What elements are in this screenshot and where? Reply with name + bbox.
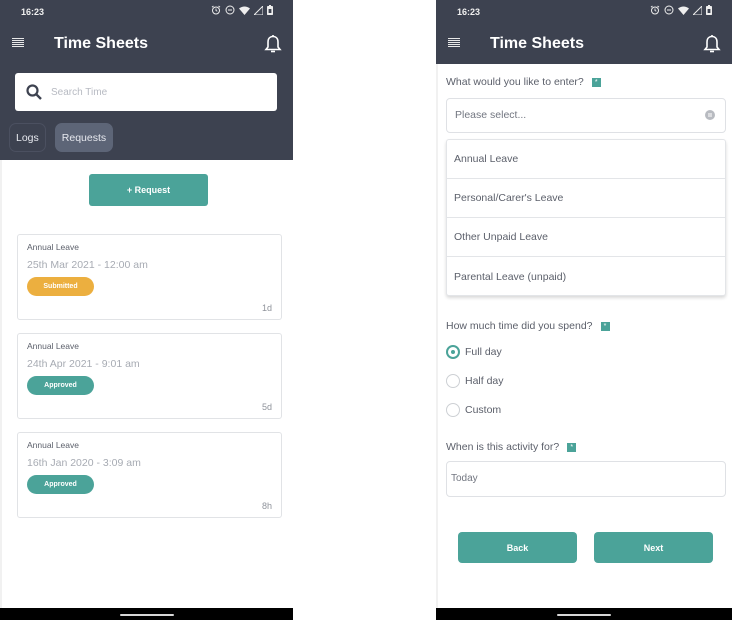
system-nav-bar	[436, 608, 732, 620]
required-icon: *	[600, 321, 610, 331]
home-handle[interactable]	[119, 614, 174, 616]
search-input[interactable]	[51, 73, 271, 111]
add-request-button[interactable]: + Request	[89, 174, 208, 206]
status-bar: 16:23	[436, 0, 732, 24]
request-type: Annual Leave	[27, 440, 79, 450]
alarm-icon	[650, 5, 660, 15]
request-card[interactable]: Annual Leave 24th Apr 2021 - 9:01 am App…	[17, 333, 282, 419]
status-time: 16:23	[457, 7, 481, 17]
dnd-icon	[664, 5, 674, 15]
new-request-screen: 16:23 Time Sheets What would you like to…	[436, 0, 732, 620]
requests-screen: 16:23 Time Sheets Logs Requests + Reques…	[0, 0, 293, 620]
dropdown-option-parental-leave[interactable]: Parental Leave (unpaid)	[447, 257, 725, 296]
time-spent-label-text: How much time did you spend?	[446, 320, 593, 332]
status-bar: 16:23	[0, 0, 293, 24]
dnd-icon	[225, 5, 235, 15]
radio-label: Half day	[465, 375, 504, 387]
system-nav-bar	[0, 608, 293, 620]
page-title: Time Sheets	[54, 35, 148, 52]
entry-type-dropdown: Annual Leave Personal/Carer's Leave Othe…	[446, 139, 726, 296]
status-icons	[650, 5, 712, 15]
back-button[interactable]: Back	[458, 532, 577, 563]
required-icon: *	[591, 77, 601, 87]
radio-label: Custom	[465, 404, 502, 416]
menu-icon[interactable]	[448, 38, 460, 48]
request-card[interactable]: Annual Leave 25th Mar 2021 - 12:00 am Su…	[17, 234, 282, 320]
radio-checked-icon[interactable]	[446, 345, 460, 359]
time-spent-label: How much time did you spend? *	[446, 320, 610, 332]
page-title: Time Sheets	[490, 35, 584, 52]
app-header: 16:23 Time Sheets	[436, 0, 732, 64]
search-icon	[26, 84, 42, 100]
clear-icon[interactable]	[705, 110, 715, 120]
radio-half-day[interactable]: Half day	[446, 374, 504, 388]
menu-icon[interactable]	[12, 38, 24, 48]
alarm-icon	[211, 5, 221, 15]
entry-type-select[interactable]: Please select...	[446, 98, 726, 133]
radio-unchecked-icon[interactable]	[446, 403, 460, 417]
entry-type-placeholder: Please select...	[455, 109, 527, 121]
bell-icon[interactable]	[264, 34, 282, 54]
request-age: 5d	[261, 402, 272, 412]
status-badge: Approved	[27, 475, 94, 494]
signal-icon	[693, 5, 702, 15]
activity-date-value: Today	[451, 473, 478, 484]
radio-full-day[interactable]: Full day	[446, 345, 502, 359]
request-type: Annual Leave	[27, 341, 79, 351]
request-age: 1d	[261, 303, 272, 313]
required-icon: *	[567, 442, 577, 452]
signal-icon	[254, 5, 263, 15]
entry-type-label-text: What would you like to enter?	[446, 76, 584, 88]
title-row: Time Sheets	[0, 24, 293, 64]
radio-custom[interactable]: Custom	[446, 403, 501, 417]
battery-icon	[267, 5, 273, 15]
bell-icon[interactable]	[703, 34, 721, 54]
app-header: 16:23 Time Sheets Logs Requests	[0, 0, 293, 160]
dropdown-option-personal-carers-leave[interactable]: Personal/Carer's Leave	[447, 179, 725, 218]
request-datetime: 24th Apr 2021 - 9:01 am	[27, 358, 140, 370]
requests-list: + Request Annual Leave 25th Mar 2021 - 1…	[0, 160, 293, 608]
request-card[interactable]: Annual Leave 16th Jan 2020 - 3:09 am App…	[17, 432, 282, 518]
next-button[interactable]: Next	[594, 532, 713, 563]
home-handle[interactable]	[557, 614, 611, 616]
request-datetime: 25th Mar 2021 - 12:00 am	[27, 259, 148, 271]
wifi-icon	[239, 6, 250, 15]
radio-label: Full day	[465, 346, 502, 358]
request-form: What would you like to enter? * Please s…	[436, 64, 732, 608]
entry-type-label: What would you like to enter? *	[446, 76, 601, 88]
search-box	[15, 73, 277, 111]
status-icons	[211, 5, 273, 15]
title-row: Time Sheets	[436, 24, 732, 64]
status-badge: Submitted	[27, 277, 94, 296]
dropdown-option-annual-leave[interactable]: Annual Leave	[447, 140, 725, 179]
request-datetime: 16th Jan 2020 - 3:09 am	[27, 457, 141, 469]
dropdown-option-other-unpaid-leave[interactable]: Other Unpaid Leave	[447, 218, 725, 257]
tab-requests[interactable]: Requests	[54, 123, 114, 152]
activity-date-label-text: When is this activity for?	[446, 441, 560, 453]
request-age: 8h	[261, 501, 272, 511]
activity-date-field[interactable]: Today	[446, 461, 726, 497]
status-badge: Approved	[27, 376, 94, 395]
tab-bar: Logs Requests	[9, 123, 114, 152]
activity-date-label: When is this activity for? *	[446, 441, 577, 453]
tab-logs[interactable]: Logs	[9, 123, 46, 152]
wifi-icon	[678, 6, 689, 15]
request-type: Annual Leave	[27, 242, 79, 252]
status-time: 16:23	[21, 7, 45, 17]
radio-unchecked-icon[interactable]	[446, 374, 460, 388]
battery-icon	[706, 5, 712, 15]
